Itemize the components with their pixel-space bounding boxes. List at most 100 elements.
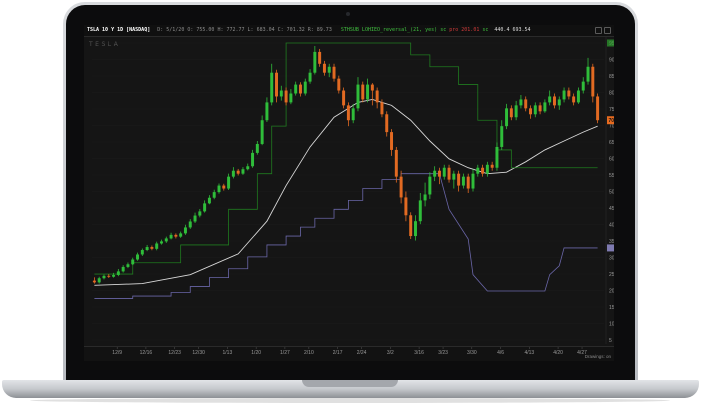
candle-body bbox=[394, 149, 398, 177]
candle bbox=[500, 120, 504, 150]
candle bbox=[136, 252, 140, 261]
candle bbox=[97, 276, 101, 284]
candle bbox=[107, 274, 111, 278]
candle-body bbox=[519, 99, 523, 106]
candle-body bbox=[567, 90, 571, 97]
candle bbox=[212, 189, 216, 200]
grid-lines bbox=[92, 42, 604, 341]
candle-body bbox=[375, 90, 379, 103]
candle-body bbox=[155, 243, 159, 249]
date-tick-label: 12/23 bbox=[168, 350, 181, 356]
candle-body bbox=[337, 78, 341, 91]
candle bbox=[375, 87, 379, 109]
candle bbox=[533, 102, 537, 118]
candle-body bbox=[241, 169, 245, 174]
candle-body bbox=[495, 146, 499, 168]
candle-body bbox=[265, 102, 269, 121]
candle bbox=[265, 97, 269, 123]
trading-chart-screen[interactable]: TSLA 10 Y 1D [NASDAQ] D: 5/1/20 O: 755.0… bbox=[84, 25, 614, 361]
candle-body bbox=[112, 274, 116, 277]
candle bbox=[457, 170, 461, 192]
candle-body bbox=[145, 247, 149, 251]
candle bbox=[227, 173, 231, 191]
candle-body bbox=[399, 176, 403, 198]
candle bbox=[586, 57, 590, 85]
candle bbox=[423, 182, 427, 207]
candle-body bbox=[423, 194, 427, 201]
date-tick-label: 3/2 bbox=[387, 350, 394, 356]
candle bbox=[284, 87, 288, 106]
date-tick-label: 4/13 bbox=[524, 350, 534, 356]
candle bbox=[572, 93, 576, 106]
candle-body bbox=[183, 227, 187, 234]
candle-body bbox=[346, 105, 350, 121]
candle bbox=[437, 167, 441, 185]
candle-body bbox=[198, 211, 202, 216]
candle-body bbox=[442, 167, 446, 177]
price-tick-label: 50 bbox=[609, 189, 614, 195]
candle bbox=[217, 183, 221, 194]
candle-body bbox=[121, 266, 125, 272]
date-tick-label: 12/30 bbox=[192, 350, 205, 356]
candle-body bbox=[543, 102, 547, 112]
candle bbox=[394, 146, 398, 183]
candle bbox=[404, 191, 408, 222]
candle bbox=[260, 115, 264, 146]
price-tick-label: 15 bbox=[609, 305, 614, 311]
candle bbox=[308, 69, 312, 84]
candle bbox=[102, 274, 106, 280]
date-tick-label: 2/24 bbox=[357, 350, 367, 356]
candle-body bbox=[481, 167, 485, 174]
candle-body bbox=[107, 275, 111, 277]
price-tick-label: 45 bbox=[609, 206, 614, 212]
date-tick-label: 2/10 bbox=[304, 350, 314, 356]
candle bbox=[155, 241, 159, 251]
candle bbox=[442, 164, 446, 180]
price-tick-label: 90 bbox=[609, 57, 614, 63]
price-tick-label: 40 bbox=[609, 222, 614, 228]
date-tick-label: 12/9 bbox=[112, 350, 122, 356]
candle-body bbox=[327, 66, 331, 73]
candle bbox=[591, 63, 595, 103]
price-tick-label: 85 bbox=[609, 74, 614, 80]
candle-body bbox=[437, 170, 441, 177]
candle bbox=[505, 103, 509, 130]
price-tick-label: 80 bbox=[609, 90, 614, 96]
candle-body bbox=[294, 84, 298, 94]
current-price-label: 70 bbox=[609, 118, 615, 124]
candle-body bbox=[251, 152, 255, 167]
candle bbox=[428, 172, 432, 199]
laptop-notch bbox=[302, 380, 398, 387]
candle bbox=[414, 215, 417, 241]
candle bbox=[318, 48, 322, 67]
candle bbox=[327, 63, 331, 78]
candle-body bbox=[318, 51, 322, 64]
candle-body bbox=[212, 192, 216, 198]
candle-body bbox=[351, 108, 355, 121]
candle-body bbox=[222, 185, 226, 189]
candle bbox=[251, 149, 255, 168]
candle bbox=[581, 77, 585, 94]
candle bbox=[461, 173, 465, 189]
candle-body bbox=[169, 234, 173, 239]
candle-body bbox=[428, 176, 432, 195]
candle bbox=[596, 93, 600, 124]
candle-body bbox=[591, 66, 595, 97]
candle bbox=[509, 105, 513, 121]
candle bbox=[126, 262, 130, 269]
candle-body bbox=[227, 176, 231, 189]
date-tick-label: 3/23 bbox=[438, 350, 448, 356]
candle-body bbox=[303, 81, 307, 94]
candle bbox=[116, 269, 120, 277]
date-tick-label: 1/20 bbox=[251, 350, 261, 356]
candle-body bbox=[581, 81, 585, 91]
candle-body bbox=[131, 259, 135, 265]
candle-body bbox=[160, 241, 163, 244]
candle-body bbox=[140, 250, 144, 255]
candle bbox=[361, 81, 365, 103]
price-tick-label: 65 bbox=[609, 140, 614, 146]
price-chart[interactable]: 959085807570656055504540353025201510570 … bbox=[84, 25, 614, 361]
candle bbox=[131, 257, 135, 266]
candle-body bbox=[279, 90, 283, 97]
candle bbox=[466, 173, 470, 193]
